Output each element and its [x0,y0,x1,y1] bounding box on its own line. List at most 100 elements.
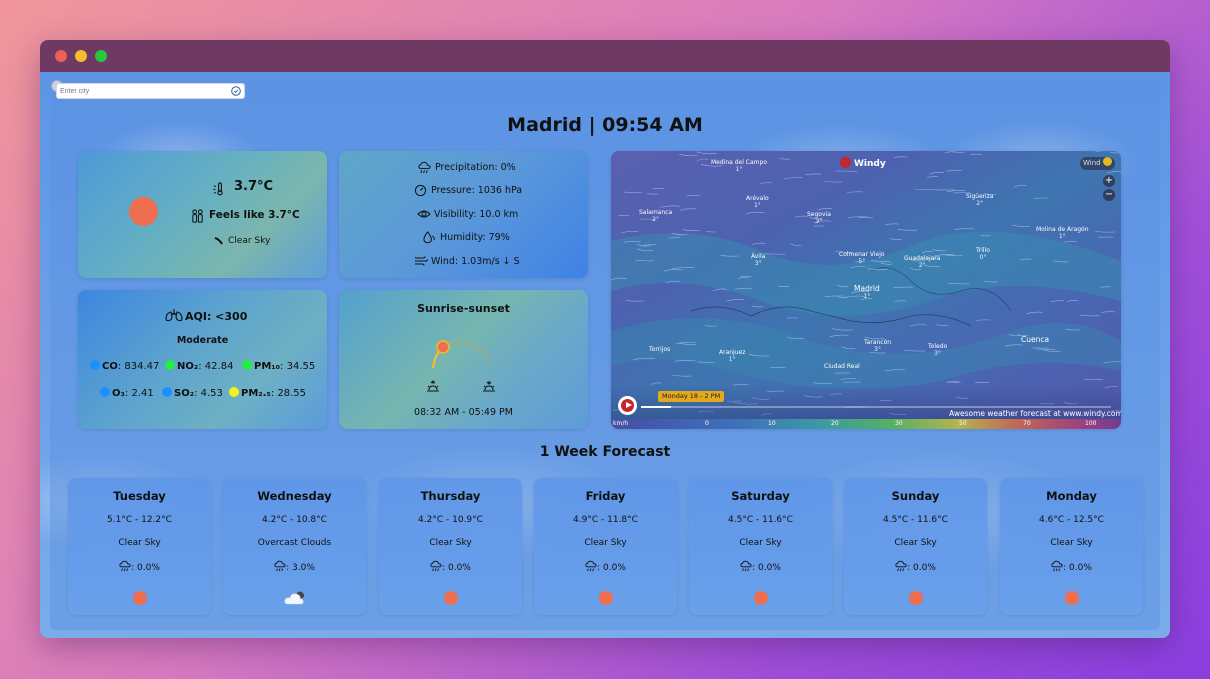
map-place-label: Sigüenza 2° [966,193,994,207]
rain-cloud-icon [585,560,597,572]
rain-cloud-icon [740,560,752,572]
pollutant-so2: SO₂: 4.53 [162,387,223,399]
windy-logo: Windy [840,157,886,169]
scale-tick-label: 30 [895,420,903,427]
precipitation-text: Precipitation: 0% [435,162,516,173]
gauge-icon [414,184,427,197]
map-place-label: Madrid 1° [854,284,880,300]
lungs-icon [165,309,183,322]
map-place-label: Cuenca [1021,335,1050,344]
map-place-label: Trillo 0° [976,247,990,261]
wind-text: Wind: 1.03m/s ↓ S [431,256,520,267]
weather-app: Madrid | 09:54 AM 3.7°C Feels like 3.7°C… [40,72,1170,638]
visibility-text: Visibility: 10.0 km [434,209,519,220]
search-icon[interactable] [230,85,242,97]
sun-path-arc [431,340,490,369]
map-place-label: Salamanca 2° [639,209,673,223]
pollutant-indicator [165,360,175,370]
layer-selector[interactable]: Wind [1080,157,1115,170]
rain-cloud-icon [1051,560,1063,572]
forecast-temp-range: 5.1°C - 12.2°C [107,515,172,525]
maximize-window-button[interactable] [95,50,107,62]
scale-tick-label: 20 [831,420,839,427]
pollutant-pm10: PM₁₀: 34.55 [242,360,315,372]
forecast-day-name: Monday [1046,489,1097,503]
scale-tick-label: 70 [1023,420,1031,427]
current-weather-card: 3.7°C Feels like 3.7°C Clear Sky [78,151,327,278]
aqi-status: Moderate [176,335,229,346]
layer-icon [1102,157,1112,166]
scale-tick-label: 0 [705,420,709,427]
sunset-icon [483,381,495,392]
pollutant-pm25: PM₂.₅: 28.55 [229,387,306,399]
sun-times: 08:32 AM - 05:49 PM [414,407,513,418]
forecast-day-card: Friday 4.9°C - 11.8°C Clear Sky: 0.0% [534,478,677,615]
sun-icon [444,591,458,605]
forecast-day-name: Sunday [891,489,940,503]
forecast-temp-range: 4.2°C - 10.8°C [262,515,327,525]
timeline-progress [641,406,671,408]
map-place-label: Aranjuez 1° [719,349,746,363]
forecast-temp-range: 4.5°C - 11.6°C [883,515,948,525]
pollutant-indicator [229,387,239,397]
forecast-condition: Clear Sky [1050,538,1093,548]
rain-cloud-icon [119,560,131,572]
sun-icon [909,591,923,605]
wind-speed-scale [611,419,1121,429]
sun-icon [754,591,768,605]
forecast-day-card: Tuesday 5.1°C - 12.2°C Clear Sky : 0.0% [68,478,211,615]
clear-sky-icon [214,237,223,245]
map-place-label: Segovia 3° [807,211,831,225]
eye-icon [417,210,431,218]
scale-tick-label: 10 [768,420,776,427]
humidity-text: Humidity: 79% [440,232,510,243]
sunrise-sunset-title: Sunrise-sunset [417,302,510,315]
play-button[interactable] [618,396,637,415]
map-attribution[interactable]: Awesome weather forecast at www.windy.co… [949,409,1121,418]
forecast-day-card: Wednesday 4.2°C - 10.8°C Overcast Clouds : … [223,478,366,615]
forecast-precipitation: : 0.0% [68,560,211,573]
forecast-condition: Clear Sky [739,538,782,548]
scale-tick-label: 50 [959,420,967,427]
browser-window: Madrid | 09:54 AM 3.7°C Feels like 3.7°C… [40,40,1170,638]
zoom-out-button[interactable]: − [1103,189,1115,201]
forecast-day-name: Friday [585,489,626,503]
forecast-day-name: Tuesday [113,489,166,503]
feels-like-text: Feels like 3.7°C [209,209,300,221]
scale-tick-label: 100 [1085,420,1097,427]
forecast-day-card: Monday 4.6°C - 12.5°C Clear Sky : 0.0% [1000,478,1143,615]
windy-map[interactable]: Medina del Campo 1° Salamanca 2° Arévalo 1° Se… [611,151,1121,429]
forecast-day-card: Thursday 4.2°C - 10.9°C Clear Sky: 0.0% [379,478,522,615]
forecast-temp-range: 4.6°C - 12.5°C [1039,515,1104,525]
forecast-condition: Clear Sky [584,538,627,548]
minimize-window-button[interactable] [75,50,87,62]
forecast-day-name: Thursday [420,489,481,503]
sunrise-icon [427,380,439,392]
forecast-condition: Overcast Clouds [257,538,332,548]
search-box [56,83,245,99]
forecast-precipitation: : 3.0% [223,560,366,573]
timeline-time-label: Monday 18 - 2 PM [658,391,725,402]
forecast-title: 1 Week Forecast [539,444,671,460]
sun-icon [1065,591,1079,605]
thermometer-sun-icon [213,182,223,196]
close-window-button[interactable] [55,50,67,62]
sun-icon [599,591,613,605]
title-bar [40,40,1170,72]
pollutant-indicator [90,360,100,370]
city-search-input[interactable] [60,86,228,97]
forecast-precipitation: : 0.0% [379,560,522,573]
current-condition: Clear Sky [228,236,271,246]
zoom-in-button[interactable]: + [1103,175,1115,187]
forecast-precipitation: : 0.0% [1000,560,1143,573]
map-place-label: Arévalo 1° [746,195,769,209]
forecast-precipitation: : 0.0% [689,560,832,573]
sunrise-sunset-card: Sunrise-sunset 08:32 AM - 05:49 PM [339,290,588,429]
map-place-label: Ávila 3° [751,253,766,267]
air-quality-card: AQI: <300 Moderate CO: 834.47 NO₂: 42.84… [78,290,327,429]
forecast-day-name: Wednesday [257,489,332,503]
forecast-condition: Clear Sky [118,538,161,548]
map-place-label: Guadalajara 2° [904,255,941,269]
map-place-label: Medina del Campo 1° [711,159,767,173]
timeline-track[interactable] [641,406,1111,408]
